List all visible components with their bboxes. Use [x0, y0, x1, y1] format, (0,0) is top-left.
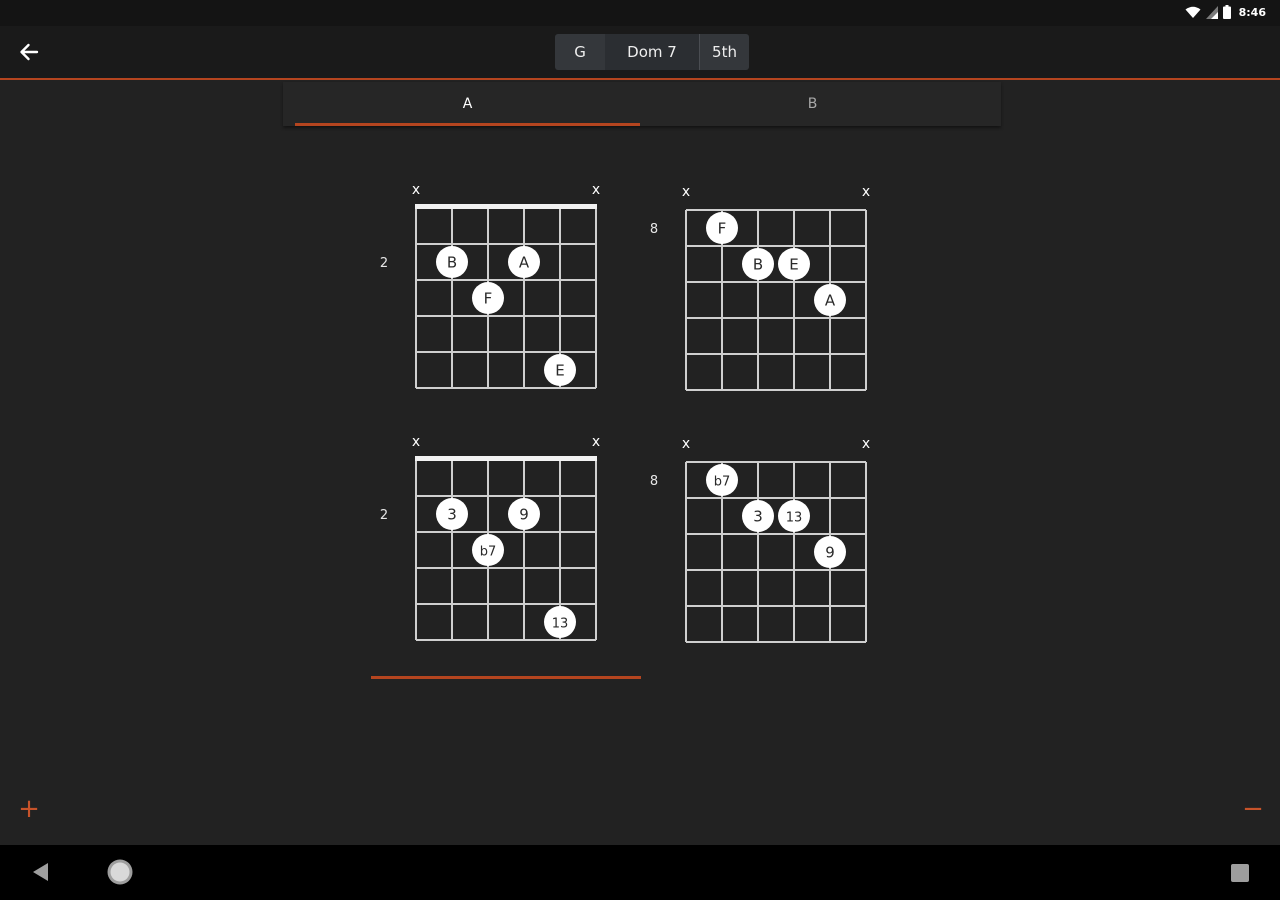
arrow-left-icon: [20, 43, 39, 61]
muted-string-marker: x: [862, 184, 870, 200]
nut: [415, 204, 597, 209]
chord-selector: G Dom 7 5th: [555, 34, 749, 70]
nut: [415, 456, 597, 461]
finger-dot-label: E: [555, 362, 564, 380]
finger-dot-label: E: [789, 256, 798, 274]
finger-dot-label: b7: [714, 475, 731, 490]
finger-dot-label: A: [825, 292, 836, 310]
finger-dot-label: b7: [480, 545, 497, 560]
nav-back-icon[interactable]: [28, 860, 52, 884]
wifi-icon: [1185, 6, 1201, 18]
root-note-button[interactable]: G: [555, 34, 605, 70]
app-bar-divider: [0, 78, 1280, 80]
group-selection-indicator: [371, 676, 641, 679]
muted-string-marker: x: [412, 434, 420, 450]
voicing-tabs: A B: [283, 82, 1001, 126]
finger-dot-label: 9: [825, 544, 835, 562]
status-icons: 8:46: [1185, 5, 1266, 19]
chord-diagram[interactable]: x x 2 B A F E: [356, 168, 616, 398]
fret-number-label: 8: [650, 474, 658, 489]
finger-dot-label: 9: [519, 506, 529, 524]
muted-string-marker: x: [862, 436, 870, 452]
add-button[interactable]: +: [16, 796, 42, 822]
fret-number-label: 2: [380, 256, 388, 271]
fret-number-label: 8: [650, 222, 658, 237]
chord-type-button[interactable]: Dom 7: [605, 34, 699, 70]
finger-dot-label: 3: [753, 508, 763, 526]
finger-dot-label: A: [519, 254, 530, 272]
battery-icon: [1222, 5, 1231, 19]
finger-dot-label: B: [753, 256, 763, 274]
nav-recents-icon[interactable]: [1230, 863, 1250, 883]
tab-b[interactable]: B: [640, 82, 985, 126]
position-button[interactable]: 5th: [699, 34, 749, 70]
finger-dot-label: B: [447, 254, 457, 272]
chord-diagram[interactable]: x x 2 3 9 b7 13: [356, 420, 616, 650]
navigation-bar: [0, 845, 1280, 900]
signal-icon: [1205, 5, 1218, 19]
fret-number-label: 2: [380, 508, 388, 523]
diagram-area: x x 2 B A F Ex x 8 F B E Ax x 2 3 9 b7 13 x x 8 b7 3 13 9: [0, 0, 1280, 900]
finger-dot-label: 13: [786, 511, 803, 526]
finger-dot-label: 3: [447, 506, 457, 524]
muted-string-marker: x: [682, 184, 690, 200]
finger-dot-label: F: [718, 220, 727, 238]
muted-string-marker: x: [592, 434, 600, 450]
tab-indicator: [295, 123, 640, 126]
chord-diagram[interactable]: x x 8 F B E A: [626, 170, 886, 400]
muted-string-marker: x: [682, 436, 690, 452]
chord-diagram[interactable]: x x 8 b7 3 13 9: [626, 422, 886, 652]
finger-dot-label: 13: [552, 617, 569, 632]
tab-a[interactable]: A: [295, 82, 640, 126]
back-button[interactable]: [14, 40, 44, 64]
muted-string-marker: x: [592, 182, 600, 198]
remove-button[interactable]: −: [1240, 796, 1266, 822]
status-time: 8:46: [1238, 5, 1266, 19]
status-bar: 8:46: [0, 0, 1280, 26]
finger-dot-label: F: [484, 290, 493, 308]
muted-string-marker: x: [412, 182, 420, 198]
nav-home-icon[interactable]: [106, 858, 134, 886]
